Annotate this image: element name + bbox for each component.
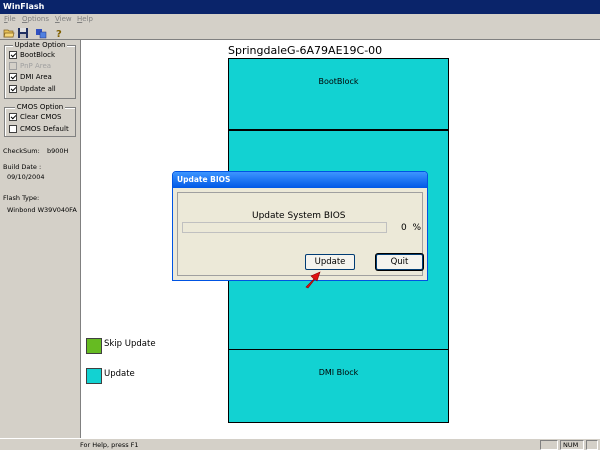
pnp-area-label: PnP Area — [20, 62, 52, 70]
update-all-label: Update all — [20, 85, 56, 93]
menu-help[interactable]: Help — [77, 15, 93, 23]
save-disk-icon[interactable] — [17, 27, 29, 39]
update-swatch — [86, 368, 102, 384]
dmi-area-label: DMI Area — [20, 73, 52, 81]
checkbox-box[interactable] — [9, 85, 17, 93]
pnp-area-checkbox: PnP Area — [9, 61, 51, 71]
checkbox-box[interactable] — [9, 51, 17, 59]
update-bios-dialog: Update BIOS Update System BIOS 0 % Updat… — [172, 171, 428, 281]
bootblock-label: BootBlock — [20, 51, 56, 59]
status-num-indicator: NUM — [560, 440, 584, 450]
dmi-block: DMI Block — [228, 349, 449, 423]
update-all-checkbox[interactable]: Update all — [9, 84, 56, 94]
checkbox-box[interactable] — [9, 73, 17, 81]
status-bar: For Help, press F1 NUM — [0, 438, 600, 450]
skip-update-label: Skip Update — [104, 339, 156, 349]
clear-cmos-label: Clear CMOS — [20, 113, 62, 121]
bootblock-block: BootBlock — [228, 58, 449, 130]
cmos-default-label: CMOS Default — [20, 125, 69, 133]
bootblock-block-label: BootBlock — [318, 77, 359, 86]
menu-options[interactable]: Options — [22, 15, 49, 23]
checksum-label: CheckSum: — [3, 147, 40, 155]
checkbox-box[interactable] — [9, 113, 17, 121]
progress-bar — [182, 222, 387, 233]
cmos-default-checkbox[interactable]: CMOS Default — [9, 124, 69, 134]
checkbox-box — [9, 62, 17, 70]
pointer-arrow-icon — [305, 271, 321, 289]
dialog-title: Update BIOS — [177, 175, 231, 184]
help-question-icon[interactable]: ? — [53, 27, 65, 40]
flash-type-label: Flash Type: — [3, 194, 40, 202]
bootblock-checkbox[interactable]: BootBlock — [9, 50, 55, 60]
menu-view[interactable]: View — [55, 15, 72, 23]
flash-type-value: Winbond W39V040FA — [7, 206, 77, 214]
dialog-message: Update System BIOS — [252, 211, 346, 221]
title-bar: WinFlash — [0, 0, 600, 14]
svg-text:?: ? — [56, 29, 62, 39]
open-folder-icon[interactable] — [3, 27, 15, 39]
update-option-title: Update Option — [12, 41, 68, 49]
menu-bar: File Options View Help — [0, 14, 600, 26]
build-date-value: 09/10/2004 — [7, 173, 45, 181]
chip-title: SpringdaleG-6A79AE19C-00 — [228, 44, 383, 57]
menu-file[interactable]: File — [4, 15, 16, 23]
toolbar: ? — [0, 26, 600, 40]
clear-cmos-checkbox[interactable]: Clear CMOS — [9, 112, 61, 122]
left-panel: Update Option BootBlock PnP Area DMI Are… — [0, 40, 80, 438]
dmi-block-label: DMI Block — [318, 368, 359, 377]
dmi-area-checkbox[interactable]: DMI Area — [9, 72, 52, 82]
checksum-value: b900H — [47, 147, 69, 155]
status-cell-empty — [540, 440, 558, 450]
update-label: Update — [104, 369, 135, 379]
skip-update-swatch — [86, 338, 102, 354]
flash-chip-icon[interactable] — [35, 27, 47, 39]
build-date-label: Build Date : — [3, 163, 42, 171]
cmos-option-group: CMOS Option Clear CMOS CMOS Default — [4, 103, 76, 137]
status-help-text: For Help, press F1 — [80, 441, 139, 449]
quit-button[interactable]: Quit — [376, 254, 423, 270]
dialog-title-bar[interactable]: Update BIOS — [173, 172, 427, 188]
checkbox-box[interactable] — [9, 125, 17, 133]
cmos-option-title: CMOS Option — [14, 103, 66, 111]
status-cell-scrl — [586, 440, 598, 450]
progress-percent: 0 % — [401, 223, 422, 233]
window-title: WinFlash — [3, 2, 45, 11]
update-option-group: Update Option BootBlock PnP Area DMI Are… — [4, 41, 76, 99]
dialog-body: Update System BIOS 0 % Update Quit — [177, 192, 423, 276]
